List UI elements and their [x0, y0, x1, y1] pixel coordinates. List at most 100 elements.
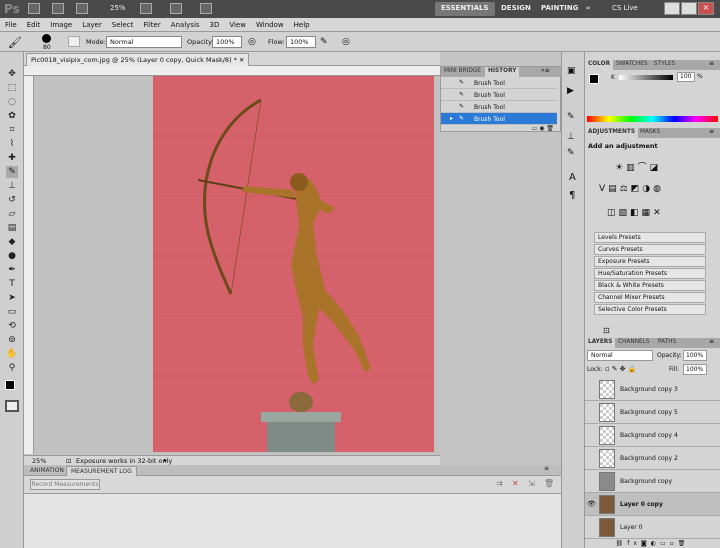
maximize-button[interactable]: □ [681, 2, 697, 15]
layer-row-selected[interactable]: 👁 Layer 0 copy [585, 493, 720, 516]
workspace-design[interactable]: DESIGN [495, 2, 537, 16]
history-item[interactable]: ✎ Brush Tool [441, 77, 557, 89]
tab-color[interactable]: COLOR [585, 60, 614, 70]
hue-saturation-icon[interactable]: ▤ [608, 184, 620, 194]
panel-menu-icon[interactable]: ≡ [709, 128, 714, 135]
gradient-map-icon[interactable]: ▦ [642, 208, 654, 218]
selective-color-icon[interactable]: ✕ [653, 208, 664, 218]
layer-row[interactable]: Layer 0 [585, 516, 720, 539]
blend-mode-select[interactable]: Normal [587, 350, 653, 361]
vertical-ruler[interactable] [24, 76, 34, 454]
color-ramp[interactable] [587, 116, 718, 122]
horizontal-ruler[interactable] [24, 66, 440, 76]
tab-masks[interactable]: MASKS [637, 128, 663, 138]
curves-presets[interactable]: Curves Presets [594, 244, 706, 255]
menu-help[interactable]: Help [289, 18, 315, 31]
history-item[interactable]: ✎ Brush Tool [441, 101, 557, 113]
layer-opacity-input[interactable]: 100% [683, 350, 707, 361]
selective-color-presets[interactable]: Selective Color Presets [594, 304, 706, 315]
curves-icon[interactable]: ⌒ [638, 163, 650, 173]
screen-mode-icon[interactable] [200, 3, 212, 14]
menu-3d[interactable]: 3D [205, 18, 225, 31]
airbrush-icon[interactable]: ✎ [320, 37, 328, 47]
mode-select[interactable]: Normal [106, 36, 182, 48]
record-measurements-button[interactable]: Record Measurements [30, 479, 100, 490]
tab-styles[interactable]: STYLES [651, 60, 678, 70]
quick-mask-icon[interactable] [5, 400, 19, 412]
character-panel-icon[interactable]: A [569, 172, 576, 183]
delete-icon[interactable]: 🗑 [546, 125, 554, 132]
clone-stamp-tool-icon[interactable]: ⊥ [6, 180, 18, 192]
tool-presets-icon[interactable]: ✎ [567, 148, 575, 158]
history-item[interactable]: ✎ Brush Tool [441, 89, 557, 101]
menu-view[interactable]: View [224, 18, 251, 31]
layer-row[interactable]: Background copy 4 [585, 424, 720, 447]
tab-swatches[interactable]: SWATCHES [613, 60, 651, 70]
foreground-color-swatch[interactable] [589, 74, 599, 84]
actions-panel-icon[interactable]: ▶ [567, 86, 574, 96]
clone-source-icon[interactable]: ⊥ [567, 132, 575, 142]
add-mask-icon[interactable]: ◙ [641, 540, 651, 547]
eye-visibility-icon[interactable]: 👁 [587, 500, 596, 508]
history-brush-tool-icon[interactable]: ↺ [6, 194, 18, 206]
flow-input[interactable]: 100% [286, 36, 316, 48]
paragraph-panel-icon[interactable]: ¶ [569, 190, 575, 201]
brush-tip-icon[interactable] [42, 34, 51, 43]
layer-row[interactable]: Background copy 3 [585, 378, 720, 401]
select-all-icon[interactable]: ⇉ [496, 479, 503, 488]
layer-row[interactable]: Background copy 5 [585, 401, 720, 424]
tab-history[interactable]: HISTORY [485, 67, 520, 77]
history-item-selected[interactable]: ▸ ✎ Brush Tool [441, 113, 557, 125]
adjustment-layer-icon[interactable]: ◐ [651, 540, 660, 547]
healing-brush-tool-icon[interactable]: ✚ [6, 152, 18, 164]
tab-paths[interactable]: PATHS [655, 338, 679, 348]
levels-presets[interactable]: Levels Presets [594, 232, 706, 243]
path-selection-tool-icon[interactable]: ➤ [6, 292, 18, 304]
brush-preset-icon[interactable]: 🖌 [8, 36, 22, 49]
status-info-icon[interactable]: ⊡ [66, 457, 71, 465]
delete-icon[interactable]: 🗑 [544, 479, 554, 488]
status-zoom[interactable]: 25% [32, 457, 46, 465]
export-icon[interactable]: ⇲ [528, 479, 535, 488]
brightness-icon[interactable]: ☀ [615, 163, 626, 173]
menu-select[interactable]: Select [107, 18, 139, 31]
quick-selection-tool-icon[interactable]: ✿ [6, 110, 18, 122]
3d-rotate-tool-icon[interactable]: ⟲ [6, 320, 18, 332]
menu-analysis[interactable]: Analysis [166, 18, 205, 31]
workspace-painting[interactable]: PAINTING [535, 2, 584, 16]
tab-mini-bridge[interactable]: MINI BRIDGE [441, 67, 484, 77]
link-layers-icon[interactable]: ⛓ [616, 540, 628, 547]
eraser-tool-icon[interactable]: ▱ [6, 208, 18, 220]
invert-icon[interactable]: ◫ [607, 208, 619, 218]
fill-input[interactable]: 100% [683, 364, 707, 375]
lock-icons[interactable]: ▫✎✥🔒 [605, 365, 638, 373]
type-tool-icon[interactable]: T [6, 278, 18, 290]
bridge-icon[interactable] [28, 3, 40, 14]
adjustment-options-icon[interactable]: ⊡ [603, 326, 610, 335]
layer-row[interactable]: Background copy [585, 470, 720, 493]
eyedropper-tool-icon[interactable]: ⌇ [6, 138, 18, 150]
threshold-icon[interactable]: ◧ [630, 208, 642, 218]
opacity-input[interactable]: 100% [212, 36, 242, 48]
measurement-log-table[interactable] [24, 493, 561, 548]
menu-edit[interactable]: Edit [22, 18, 46, 31]
deselect-icon[interactable]: ✕ [512, 479, 519, 488]
pen-tool-icon[interactable]: ✒ [6, 264, 18, 276]
black-white-icon[interactable]: ◩ [631, 184, 643, 194]
dodge-tool-icon[interactable]: ● [6, 250, 18, 262]
status-menu-arrow-icon[interactable]: ▸ [164, 456, 167, 464]
hand-tool-icon[interactable] [140, 3, 152, 14]
color-balance-icon[interactable]: ⚖ [620, 184, 631, 194]
move-tool-icon[interactable]: ✥ [6, 68, 18, 80]
close-document-icon[interactable]: ✕ [239, 56, 244, 64]
layer-row[interactable]: Background copy 2 [585, 447, 720, 470]
minimize-button[interactable]: – [664, 2, 680, 15]
hand-tool-icon[interactable]: ✋ [6, 348, 18, 360]
lasso-tool-icon[interactable]: ◌ [6, 96, 18, 108]
menu-filter[interactable]: Filter [138, 18, 165, 31]
cs-live-button[interactable]: CS Live [612, 4, 638, 12]
workspace-essentials[interactable]: ESSENTIALS [435, 2, 495, 16]
pressure-size-icon[interactable]: ◎ [342, 37, 350, 47]
shape-tool-icon[interactable]: ▭ [6, 306, 18, 318]
zoom-tool-icon[interactable]: ⚲ [6, 362, 18, 374]
